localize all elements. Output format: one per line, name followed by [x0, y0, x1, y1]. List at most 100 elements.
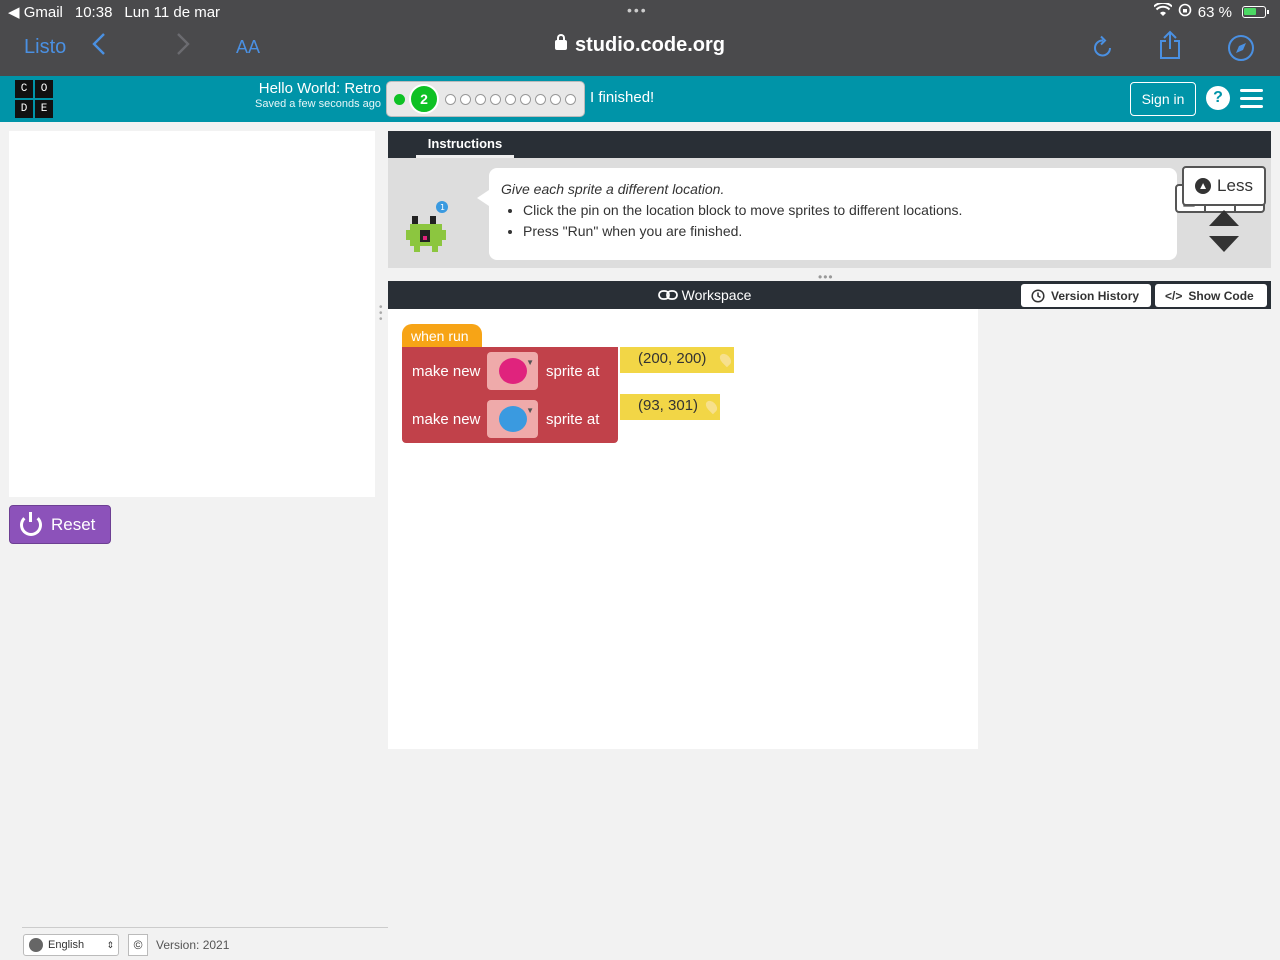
show-code-button[interactable]: </> Show Code: [1155, 284, 1267, 307]
reload-icon[interactable]: [1092, 35, 1114, 65]
save-status: Saved a few seconds ago: [255, 98, 381, 110]
scroll-up-icon[interactable]: [1209, 210, 1239, 226]
instruction-item: Click the pin on the location block to m…: [523, 202, 1165, 218]
location-pin-icon[interactable]: [717, 351, 734, 368]
lock-icon: [555, 34, 567, 50]
language-select[interactable]: English ⇕: [23, 934, 119, 956]
clock-icon: [1031, 288, 1045, 303]
notification-badge: 1: [440, 203, 445, 212]
level-dot[interactable]: [535, 93, 546, 105]
logo-letter: O: [35, 80, 53, 98]
level-title-block: Hello World: Retro Saved a few seconds a…: [255, 80, 381, 110]
url-bar[interactable]: studio.code.org: [0, 34, 1280, 57]
instruction-list: Click the pin on the location block to m…: [501, 202, 1165, 239]
safari-toolbar: Listo AA studio.code.org: [0, 24, 1280, 76]
game-canvas[interactable]: [9, 131, 375, 497]
dropdown-arrow-icon: ▼: [526, 406, 534, 415]
reset-label: Reset: [51, 514, 96, 534]
blockly-workspace[interactable]: when run make new ▼ sprite at (200, 200)…: [388, 309, 978, 749]
location-pin-icon[interactable]: [703, 398, 720, 415]
hamburger-menu-icon[interactable]: [1240, 89, 1263, 109]
level-dot[interactable]: [445, 93, 456, 105]
instruction-item: Press "Run" when you are finished.: [523, 223, 1165, 239]
orientation-lock-icon: [1178, 3, 1192, 21]
battery-percent: 63 %: [1197, 3, 1232, 21]
instructions-panel: 1 Give each sprite a different location.…: [388, 158, 1271, 268]
studio-header: C O D E Hello World: Retro Saved a few s…: [0, 76, 1280, 122]
instruction-item-text: Press "Run" when you are finished.: [523, 223, 743, 239]
version-history-label: Version History: [1051, 288, 1140, 303]
block-label: make new: [412, 362, 481, 380]
less-label: Less: [1217, 176, 1253, 195]
current-level-badge[interactable]: 2: [409, 84, 439, 114]
block-label: sprite at: [546, 362, 600, 380]
level-dot[interactable]: [490, 93, 501, 105]
less-button[interactable]: ▲ Less: [1182, 166, 1266, 206]
status-date: Lun 11 de mar: [124, 3, 221, 21]
logo-letter: E: [35, 100, 53, 118]
dropdown-arrow-icon: ▼: [526, 358, 534, 367]
status-bar: ◀ Gmail 10:38 Lun 11 de mar ••• 63 %: [0, 0, 1280, 24]
copyright-button[interactable]: ©: [128, 934, 148, 956]
level-dot[interactable]: [565, 93, 576, 105]
reset-icon: [20, 511, 42, 536]
pink-sprite-icon: [498, 358, 527, 384]
version-text: Version: 2021: [156, 938, 230, 952]
workspace-header: Workspace Version History </> Show Code: [388, 281, 1271, 309]
location-block[interactable]: (93, 301): [620, 394, 720, 420]
select-arrows-icon: ⇕: [106, 939, 114, 950]
level-progress: 2: [386, 81, 585, 117]
character-avatar-icon: 1: [404, 198, 452, 260]
url-text: studio.code.org: [575, 34, 725, 56]
wifi-icon: [1153, 1, 1173, 21]
instructions-header: Instructions: [388, 131, 1271, 158]
status-time: 10:38: [74, 3, 113, 21]
chevron-up-icon: ▲: [1195, 178, 1212, 194]
link-icon: [657, 290, 678, 300]
location-block[interactable]: (200, 200): [620, 347, 734, 373]
workspace-title-text: Workspace: [681, 287, 752, 303]
scroll-down-icon[interactable]: [1209, 236, 1239, 252]
help-icon[interactable]: ?: [1206, 86, 1230, 110]
page-footer: English ⇕ © Version: 2021: [22, 927, 388, 960]
reset-button[interactable]: Reset: [9, 505, 111, 544]
multitask-dots-icon[interactable]: •••: [627, 2, 648, 18]
vertical-resize-handle[interactable]: • • •: [379, 303, 383, 325]
sign-in-button[interactable]: Sign in: [1130, 82, 1196, 116]
instruction-lead: Give each sprite a different location.: [501, 181, 725, 197]
tab-instructions[interactable]: Instructions: [416, 131, 514, 158]
share-icon[interactable]: [1158, 30, 1182, 66]
block-label: sprite at: [546, 410, 600, 428]
blue-sprite-icon: [498, 406, 527, 432]
location-value: (93, 301): [638, 397, 699, 414]
code-icon: </>: [1165, 288, 1183, 303]
workspace-title: Workspace: [388, 287, 1021, 303]
battery-icon: [1242, 6, 1269, 18]
location-value: (200, 200): [638, 350, 707, 367]
block-label: make new: [412, 410, 481, 428]
instructions-bubble: Give each sprite a different location. C…: [477, 168, 1265, 260]
show-code-label: Show Code: [1188, 288, 1254, 303]
level-dot[interactable]: [460, 93, 471, 105]
sprite-dropdown[interactable]: ▼: [487, 400, 538, 438]
version-history-button[interactable]: Version History: [1021, 284, 1151, 307]
level-dot[interactable]: [520, 93, 531, 105]
code-org-logo[interactable]: C O D E: [15, 80, 53, 118]
language-value: English: [48, 939, 85, 951]
browser-chrome: ◀ Gmail 10:38 Lun 11 de mar ••• 63 % Lis…: [0, 0, 1280, 76]
scroll-arrows: [1209, 210, 1239, 252]
level-dot-1[interactable]: [394, 93, 405, 105]
sprite-dropdown[interactable]: ▼: [487, 352, 538, 390]
logo-letter: D: [15, 100, 33, 118]
finished-link[interactable]: I finished!: [590, 89, 654, 106]
level-dot[interactable]: [475, 93, 486, 105]
level-title: Hello World: Retro: [258, 80, 381, 97]
back-to-app-link[interactable]: ◀ Gmail: [8, 3, 63, 21]
make-sprite-block[interactable]: make new ▼ sprite at: [402, 395, 618, 443]
level-dot[interactable]: [505, 93, 516, 105]
compass-icon[interactable]: [1227, 34, 1255, 68]
globe-icon: [29, 938, 43, 952]
level-dot[interactable]: [550, 93, 561, 105]
logo-letter: C: [15, 80, 33, 98]
make-sprite-block[interactable]: make new ▼ sprite at: [402, 347, 618, 395]
